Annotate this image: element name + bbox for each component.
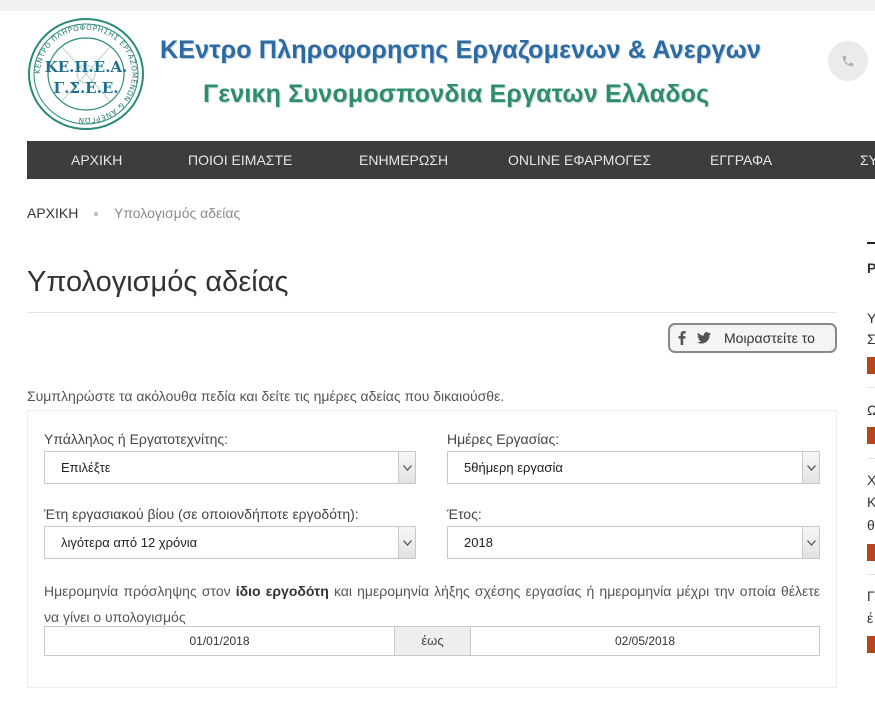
employee-type-select[interactable]: Επιλέξτε [44,451,416,484]
nav-item-about[interactable]: ΠΟΙΟΙ ΕΙΜΑΣΤΕ [188,141,292,179]
years-of-service-label: Έτη εργασιακού βίου (σε οποιονδήποτε εργ… [44,506,359,522]
date-range-group: 01/01/2018 έως 02/05/2018 [44,626,820,656]
employee-type-label: Υπάλληλος ή Εργατοτεχνίτης: [44,431,229,447]
work-days-label: Ημέρες Εργασίας: [447,431,560,447]
sidebar-heading-rule [867,242,875,244]
sidebar-item-2-tag [867,427,875,444]
date-range-separator: έως [394,627,471,655]
work-days-value: 5θήμερη εργασία [464,460,563,475]
employee-type-value: Επιλέξτε [61,460,111,475]
chevron-down-icon [802,527,819,558]
svg-text:ΚΕ.Π.Ε.Α.: ΚΕ.Π.Ε.Α. [45,58,128,76]
chevron-down-icon [398,452,415,483]
share-button[interactable]: Μοιραστείτε το [668,323,837,353]
chevron-down-icon [398,527,415,558]
sidebar-item-1-line-2[interactable]: Σ [867,331,875,347]
page-title: Υπολογισμός αδείας [27,266,289,298]
sidebar-item-1-tag [867,357,875,374]
main-nav: ΑΡΧΙΚΗ ΠΟΙΟΙ ΕΙΜΑΣΤΕ ΕΝΗΜΕΡΩΣΗ ONLINE ΕΦ… [27,141,875,179]
nav-item-home[interactable]: ΑΡΧΙΚΗ [71,141,122,179]
sidebar-heading-letter: Ρ [867,260,875,276]
nav-item-documents[interactable]: ΕΓΓΡΑΦΑ [710,141,772,179]
top-strip [0,0,875,11]
sidebar-divider [867,574,875,575]
sidebar-divider [867,458,875,459]
sidebar-item-2-line-1[interactable]: Ω [867,402,875,418]
date-to-input[interactable]: 02/05/2018 [471,627,819,655]
nav-item-news[interactable]: ΕΝΗΜΕΡΩΣΗ [359,141,448,179]
sidebar-fragment: Ρ Υ Σ Ω Χ Κ θ Γ έ [865,240,875,721]
twitter-icon[interactable] [697,332,711,344]
breadcrumb-current: Υπολογισμός αδείας [114,205,241,221]
year-value: 2018 [464,535,493,550]
date-text-bold: ίδιο εργοδότη [235,583,329,599]
date-from-input[interactable]: 01/01/2018 [45,627,394,655]
nav-item-more[interactable]: ΣΥ [860,141,875,179]
year-label: Έτος: [447,506,482,522]
title-divider [27,312,837,313]
facebook-icon[interactable] [678,331,686,345]
breadcrumb-separator [94,212,98,216]
years-of-service-select[interactable]: λιγότερα από 12 χρόνια [44,526,416,559]
nav-item-online-apps[interactable]: ONLINE ΕΦΑΡΜΟΓΕΣ [508,141,651,179]
brand-line-1: ΚΕντρο Πληροφορησης Εργαζομενων & Ανεργω… [160,36,762,64]
breadcrumb-home[interactable]: ΑΡΧΙΚΗ [27,205,78,221]
sidebar-item-4-tag [867,636,875,653]
sidebar-item-3-tag [867,544,875,561]
sidebar-item-3-line-3[interactable]: θ [867,517,875,533]
sidebar-item-4-line-2[interactable]: έ [867,610,873,626]
brand-line-2: Γενικη Συνομοσπονδια Εργατων Ελλαδος [203,80,710,108]
date-text-1: Ημερομηνία πρόσληψης στον [44,583,236,599]
share-label: Μοιραστείτε το [724,330,815,346]
sidebar-item-1-line-1[interactable]: Υ [867,310,875,326]
sidebar-item-3-line-1[interactable]: Χ [867,472,875,488]
sidebar-item-3-line-2[interactable]: Κ [867,494,875,510]
phone-button[interactable] [828,41,868,81]
chevron-down-icon [802,452,819,483]
work-days-select[interactable]: 5θήμερη εργασία [447,451,820,484]
years-of-service-value: λιγότερα από 12 χρόνια [61,535,198,550]
svg-text:Γ.Σ.Ε.Ε.: Γ.Σ.Ε.Ε. [53,79,118,97]
sidebar-item-4-line-1[interactable]: Γ [867,588,875,604]
intro-text: Συμπληρώστε τα ακόλουθα πεδία και δείτε … [27,388,505,404]
sidebar-divider [867,387,875,388]
kepea-seal-logo[interactable]: ΚΕΝΤΡΟ ΠΛΗΡΟΦΟΡΗΣΗΣ ΕΡΓΑΖΟΜΕΝΩΝ & ΑΝΕΡΓΩ… [27,17,145,131]
year-select[interactable]: 2018 [447,526,820,559]
date-range-instructions: Ημερομηνία πρόσληψης στον ίδιο εργοδότη … [44,578,820,630]
phone-icon [842,55,854,67]
